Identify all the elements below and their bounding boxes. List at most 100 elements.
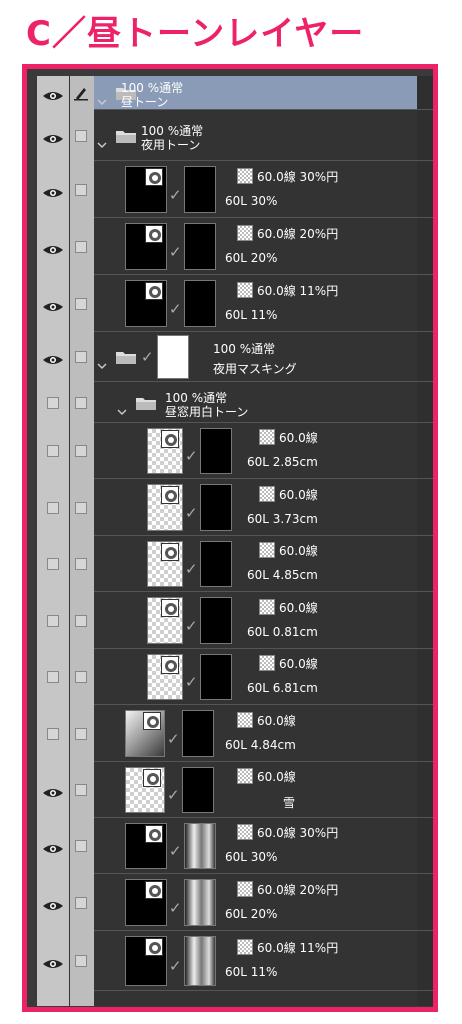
tone-pattern-icon bbox=[259, 429, 275, 445]
eye-icon bbox=[42, 87, 64, 106]
tone-pattern-icon bbox=[237, 281, 253, 298]
edit-checkbox[interactable] bbox=[75, 840, 87, 852]
tone-pattern-icon bbox=[259, 542, 275, 558]
edit-checkbox[interactable] bbox=[75, 129, 87, 142]
tone-pattern-icon bbox=[237, 711, 253, 728]
check-icon: ✓ bbox=[167, 786, 180, 804]
eye-icon bbox=[42, 241, 64, 260]
edit-checkbox[interactable] bbox=[75, 396, 87, 409]
layer-tone-label: 60.0線 bbox=[279, 600, 318, 615]
tone-pattern-icon bbox=[237, 224, 253, 241]
layer-row[interactable]: ✓ 100 %通常 夜用マスキング bbox=[37, 332, 433, 382]
layer-name: 60L 20% bbox=[225, 250, 278, 265]
mask-thumbnail bbox=[200, 541, 232, 587]
tone-badge-icon bbox=[145, 282, 163, 304]
layer-row[interactable]: ✓ 60.0線 11%円 60L 11% bbox=[37, 275, 433, 332]
layer-row[interactable]: ✓ 60.0線 60L 2.85cm bbox=[37, 423, 433, 479]
layer-row[interactable]: ✓ 60.0線 20%円 60L 20% bbox=[37, 218, 433, 275]
layer-row[interactable]: ✓ 60.0線 11%円 60L 11% bbox=[37, 931, 433, 991]
check-icon: ✓ bbox=[185, 447, 198, 465]
eye-icon bbox=[42, 784, 64, 803]
tone-badge-icon bbox=[161, 656, 179, 678]
layer-row[interactable]: ✓ 60.0線 20%円 60L 20% bbox=[37, 874, 433, 931]
eye-icon bbox=[42, 955, 64, 974]
layer-row[interactable]: ✓ 60.0線 30%円 60L 30% bbox=[37, 161, 433, 218]
layer-name: 60L 2.85cm bbox=[247, 455, 318, 469]
check-icon: ✓ bbox=[167, 729, 180, 748]
edit-checkbox[interactable] bbox=[75, 558, 87, 570]
mask-thumbnail bbox=[184, 936, 216, 986]
folder-icon bbox=[135, 395, 157, 415]
visibility-checkbox[interactable] bbox=[47, 671, 59, 683]
layer-tone-label: 60.0線 bbox=[279, 544, 318, 558]
visibility-checkbox[interactable] bbox=[47, 558, 59, 570]
layer-row[interactable]: ✓ 60.0線 60L 4.84cm bbox=[37, 705, 433, 762]
layer-row[interactable]: ✓ 60.0線雪 bbox=[37, 762, 433, 818]
tone-badge-icon bbox=[145, 938, 163, 960]
edit-checkbox[interactable] bbox=[75, 240, 87, 253]
tone-badge-icon bbox=[143, 769, 161, 791]
tone-pattern-icon bbox=[237, 768, 253, 784]
tone-pattern-icon bbox=[237, 880, 253, 897]
layer-name: 60L 6.81cm bbox=[247, 681, 318, 695]
chevron-down-icon bbox=[97, 354, 107, 373]
visibility-checkbox[interactable] bbox=[47, 501, 59, 514]
layer-name: 60L 30% bbox=[225, 850, 278, 864]
mask-thumbnail bbox=[200, 428, 232, 474]
eye-icon bbox=[42, 184, 64, 203]
check-icon: ✓ bbox=[169, 242, 182, 261]
edit-checkbox[interactable] bbox=[75, 351, 87, 363]
layer-row[interactable]: ✓ 60.0線 60L 6.81cm bbox=[37, 649, 433, 705]
layer-name: 60L 0.81cm bbox=[247, 624, 318, 639]
layer-tone-label: 60.0線 11%円 bbox=[257, 941, 339, 955]
layer-tone-label: 60.0線 bbox=[257, 713, 296, 728]
mask-thumbnail bbox=[182, 767, 214, 813]
layer-tone-label: 60.0線 30%円 bbox=[257, 826, 339, 840]
pen-icon bbox=[73, 85, 89, 105]
edit-checkbox[interactable] bbox=[75, 784, 87, 796]
edit-checkbox[interactable] bbox=[75, 614, 87, 627]
layer-row[interactable]: ✓ 60.0線 60L 0.81cm bbox=[37, 592, 433, 649]
edit-checkbox[interactable] bbox=[75, 671, 87, 683]
layer-name: 夜用トーン bbox=[141, 137, 201, 152]
tone-badge-icon bbox=[161, 486, 179, 508]
layer-panel: 100 %通常 昼トーン 100 %通常 夜用トーン ✓ 60.0線 30%円 60L 30… bbox=[37, 76, 433, 1006]
edit-checkbox[interactable] bbox=[75, 183, 87, 196]
layer-tone-label: 60.0線 30%円 bbox=[257, 169, 339, 184]
tone-badge-icon bbox=[143, 712, 161, 734]
layer-name: 昼トーン bbox=[121, 95, 169, 109]
layer-row[interactable]: 100 %通常 夜用トーン bbox=[37, 110, 433, 161]
layer-row[interactable]: 100 %通常 昼トーン bbox=[37, 76, 433, 110]
layer-tone-label: 60.0線 20%円 bbox=[257, 226, 339, 241]
check-icon: ✓ bbox=[169, 185, 182, 204]
layer-row[interactable]: ✓ 60.0線 60L 3.73cm bbox=[37, 479, 433, 536]
mask-thumbnail bbox=[200, 597, 232, 644]
chevron-down-icon bbox=[117, 400, 127, 419]
layer-row[interactable]: 100 %通常 昼窓用白トーン bbox=[37, 382, 433, 423]
edit-checkbox[interactable] bbox=[75, 896, 87, 909]
edit-checkbox[interactable] bbox=[75, 297, 87, 310]
edit-checkbox[interactable] bbox=[75, 501, 87, 514]
layer-row[interactable]: ✓ 60.0線 30%円 60L 30% bbox=[37, 818, 433, 874]
row-divider bbox=[94, 990, 433, 991]
layer-name: 60L 4.84cm bbox=[225, 737, 296, 752]
layer-row[interactable]: ✓ 60.0線 60L 4.85cm bbox=[37, 536, 433, 592]
folder-icon bbox=[115, 349, 137, 369]
check-icon: ✓ bbox=[185, 503, 198, 522]
eye-icon bbox=[42, 840, 64, 859]
edit-checkbox[interactable] bbox=[75, 727, 87, 740]
edit-checkbox[interactable] bbox=[75, 445, 87, 457]
visibility-checkbox[interactable] bbox=[47, 614, 59, 627]
tone-badge-icon bbox=[161, 599, 179, 621]
layer-name: 60L 3.73cm bbox=[247, 511, 318, 526]
layer-tone-label: 60.0線 11%円 bbox=[257, 283, 339, 298]
layer-name: 60L 20% bbox=[225, 906, 278, 921]
visibility-checkbox[interactable] bbox=[47, 445, 59, 457]
visibility-checkbox[interactable] bbox=[47, 727, 59, 740]
layer-name: 夜用マスキング bbox=[213, 362, 297, 376]
visibility-checkbox[interactable] bbox=[47, 396, 59, 409]
check-icon: ✓ bbox=[185, 560, 198, 578]
layer-tone-label: 60.0線 bbox=[257, 770, 296, 784]
layer-name: 60L 4.85cm bbox=[247, 568, 318, 582]
edit-checkbox[interactable] bbox=[75, 955, 87, 967]
